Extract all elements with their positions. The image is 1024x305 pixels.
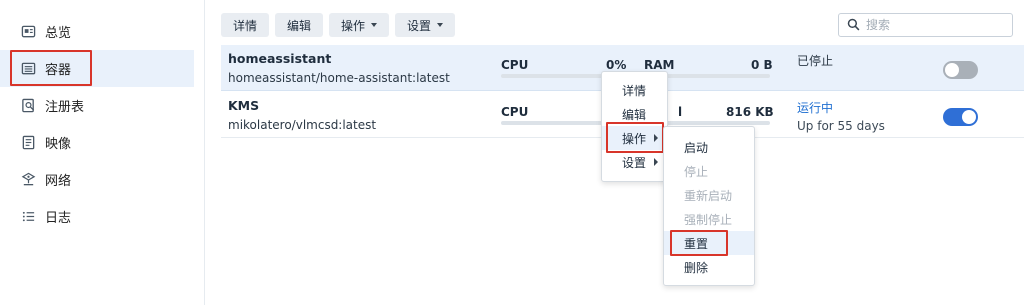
container-image: mikolatero/vlmcsd:latest [228, 118, 377, 132]
sidebar-item-overview[interactable]: 总览 [0, 13, 204, 50]
caret-right-icon [654, 158, 658, 166]
sidebar-item-image[interactable]: 映像 [0, 124, 204, 161]
sidebar-item-label: 网络 [45, 174, 72, 189]
toggle-knob [962, 110, 976, 124]
ram-value: 816 KB [726, 105, 774, 119]
context-menu-item-settings[interactable]: 设置 [602, 150, 667, 174]
details-button-label: 详情 [233, 18, 258, 33]
sidebar-item-label: 日志 [45, 211, 72, 226]
search-icon [847, 16, 860, 35]
container-manager-app: 总览 容器 注册表 映像 网络 日志 详情 编辑 操作 设置 搜索 homeas… [0, 0, 1024, 305]
submenu-item-restart[interactable]: 重新启动 [664, 183, 754, 207]
context-menu-item-edit[interactable]: 编辑 [602, 102, 667, 126]
log-icon [20, 209, 36, 225]
container-name: homeassistant [228, 51, 332, 66]
search-box[interactable] [838, 13, 1013, 37]
submenu-item-force-stop[interactable]: 强制停止 [664, 207, 754, 231]
ram-label: RAM [644, 58, 675, 72]
sidebar-item-label: 注册表 [45, 100, 85, 115]
container-name: KMS [228, 98, 260, 113]
sidebar-item-network[interactable]: 网络 [0, 161, 204, 198]
menu-item-label: 设置 [622, 155, 647, 170]
caret-down-icon [371, 23, 378, 27]
sidebar: 总览 容器 注册表 映像 网络 日志 [0, 0, 205, 305]
caret-right-icon [654, 134, 658, 142]
menu-item-label: 停止 [684, 164, 709, 179]
sidebar-item-registry[interactable]: 注册表 [0, 87, 204, 124]
action-dropdown-button[interactable]: 操作 [329, 13, 390, 37]
menu-item-label: 操作 [622, 131, 647, 146]
toolbar: 详情 编辑 操作 设置 [221, 13, 456, 37]
registry-icon [20, 98, 36, 114]
network-icon [20, 172, 36, 188]
context-menu-item-details[interactable]: 详情 [602, 78, 667, 102]
sidebar-item-label: 容器 [45, 63, 72, 78]
settings-button-label: 设置 [407, 18, 432, 33]
search-input[interactable] [866, 18, 1006, 32]
overview-icon [20, 24, 36, 40]
status-text: 运行中 [797, 101, 834, 115]
ram-value: 0 B [751, 58, 773, 72]
menu-item-label: 强制停止 [684, 212, 733, 227]
uptime-text: Up for 55 days [797, 119, 885, 133]
menu-item-label: 编辑 [622, 107, 647, 122]
sidebar-item-log[interactable]: 日志 [0, 198, 204, 235]
menu-item-label: 重新启动 [684, 188, 733, 203]
menu-item-label: 启动 [684, 140, 709, 155]
enable-toggle[interactable] [943, 108, 978, 126]
settings-dropdown-button[interactable]: 设置 [395, 13, 456, 37]
submenu-item-delete[interactable]: 删除 [664, 255, 754, 279]
action-button-label: 操作 [341, 18, 366, 33]
edit-button[interactable]: 编辑 [275, 13, 324, 37]
context-menu-item-action[interactable]: 操作 [602, 126, 667, 150]
sidebar-item-container[interactable]: 容器 [0, 50, 194, 87]
status-text: 已停止 [797, 54, 834, 68]
sidebar-item-label: 映像 [45, 137, 72, 152]
submenu-item-reset[interactable]: 重置 [664, 231, 754, 255]
container-icon [20, 61, 36, 77]
menu-item-label: 详情 [622, 83, 647, 98]
menu-item-label: 重置 [684, 236, 709, 251]
menu-item-label: 删除 [684, 260, 709, 275]
cpu-label: CPU [501, 105, 529, 119]
toggle-knob [945, 63, 959, 77]
cpu-label: CPU [501, 58, 529, 72]
caret-down-icon [437, 23, 444, 27]
submenu-item-start[interactable]: 启动 [664, 135, 754, 159]
cpu-value: 0% [606, 58, 627, 72]
edit-button-label: 编辑 [287, 18, 312, 33]
submenu-item-stop[interactable]: 停止 [664, 159, 754, 183]
container-image: homeassistant/home-assistant:latest [228, 71, 450, 85]
details-button[interactable]: 详情 [221, 13, 270, 37]
image-icon [20, 135, 36, 151]
ram-label: l [678, 105, 683, 119]
action-submenu: 启动 停止 重新启动 强制停止 重置 删除 [663, 126, 755, 286]
enable-toggle[interactable] [943, 61, 978, 79]
sidebar-item-label: 总览 [45, 26, 72, 41]
context-menu: 详情 编辑 操作 设置 [601, 71, 668, 182]
